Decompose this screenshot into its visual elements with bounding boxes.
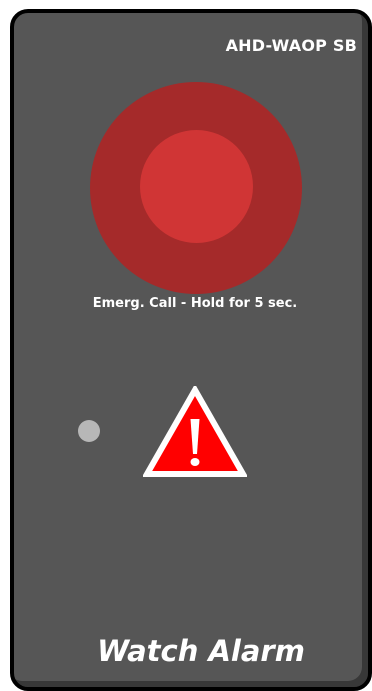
emergency-call-label: Emerg. Call - Hold for 5 sec. [92,296,298,311]
emergency-call-button-center[interactable] [140,130,253,243]
status-led-icon [78,420,100,442]
emergency-call-button[interactable] [90,82,302,294]
device-id-label: AHD-WAOP SB [225,36,357,55]
watch-alarm-title: Watch Alarm [97,634,305,668]
warning-triangle-icon [143,386,247,477]
